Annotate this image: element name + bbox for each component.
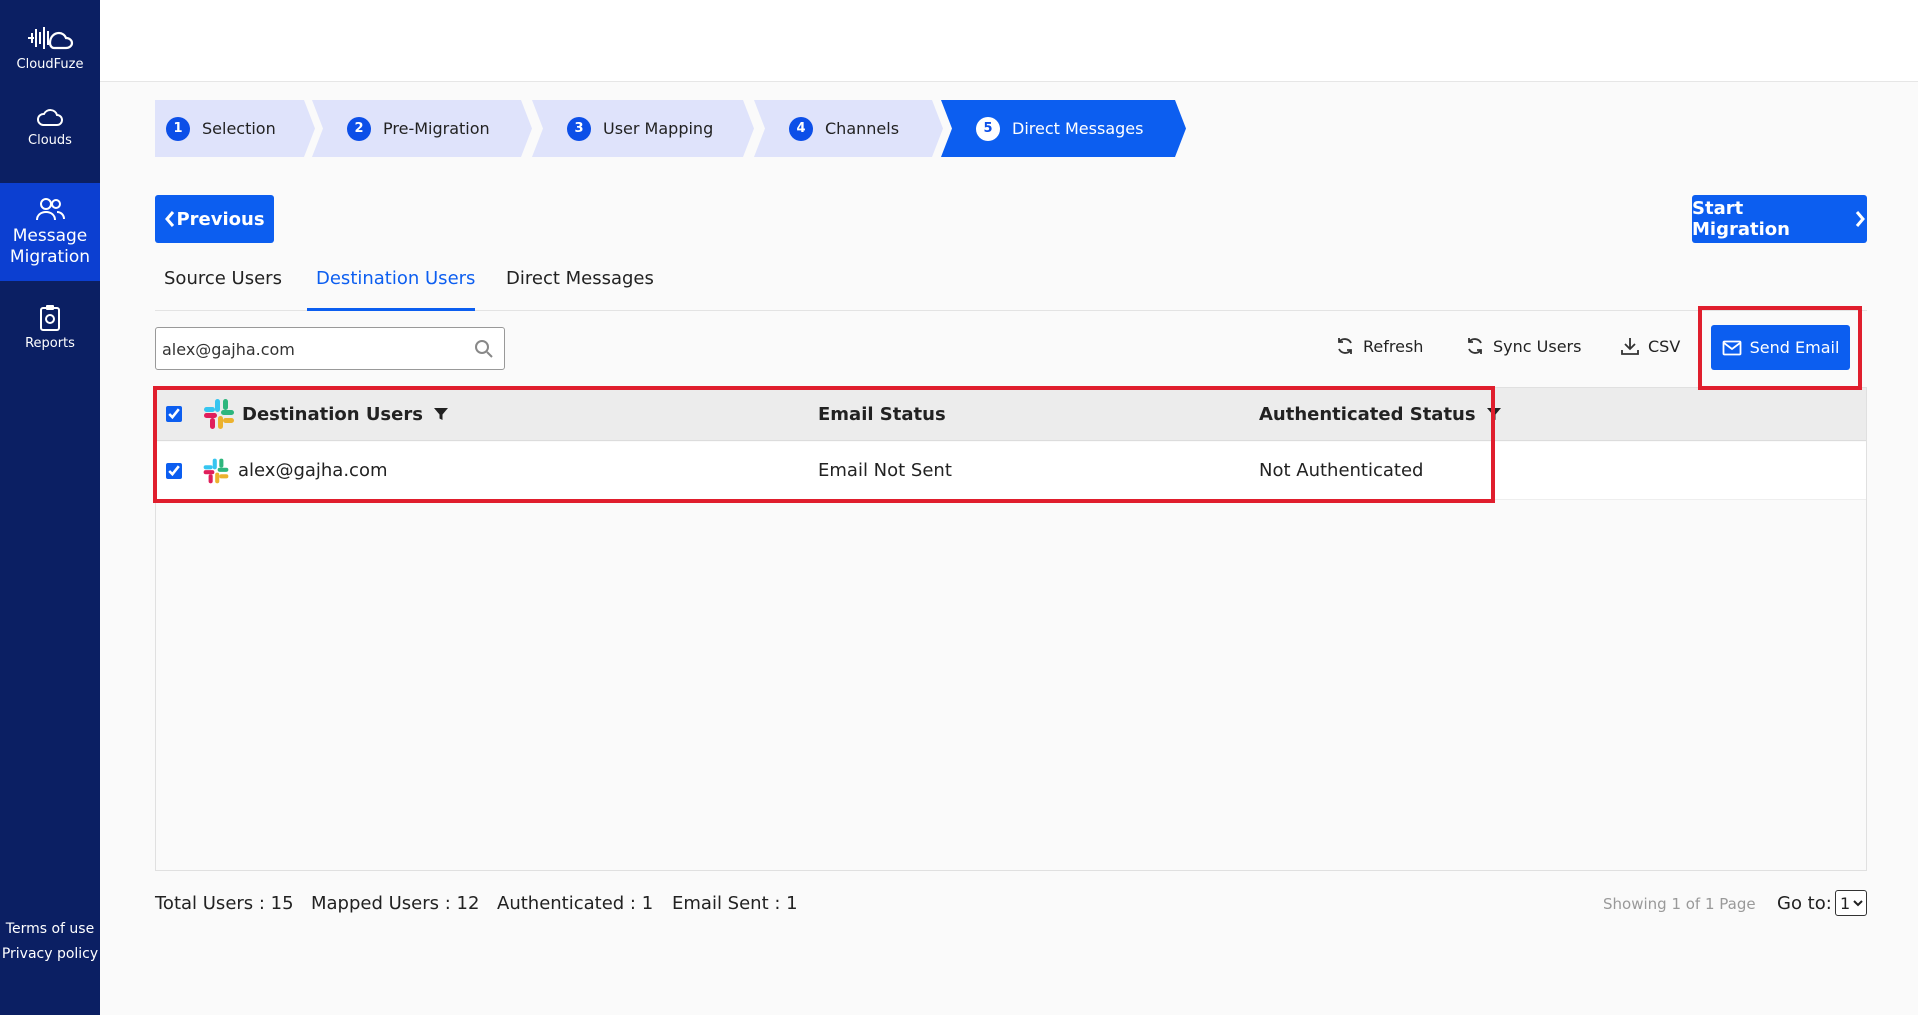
brand-logo[interactable]: CloudFuze <box>0 12 100 82</box>
pagination-info: Showing 1 of 1 Page <box>1603 895 1756 913</box>
cloudfuze-logo-icon <box>28 26 74 49</box>
authenticated-stat: Authenticated : 1 <box>497 893 654 914</box>
sync-icon <box>1468 338 1482 354</box>
send-email-label: Send Email <box>1749 338 1840 357</box>
terms-link[interactable]: Terms of use <box>0 921 100 937</box>
header-destination-users: Destination Users <box>202 388 449 440</box>
select-all-checkbox[interactable] <box>166 406 182 422</box>
header-authenticated-status: Authenticated Status <box>1259 388 1502 440</box>
mail-icon <box>1722 340 1742 355</box>
mapped-users-stat: Mapped Users : 12 <box>311 893 480 914</box>
sidebar-item-clouds[interactable]: Clouds <box>0 96 100 158</box>
table-row[interactable]: alex@gajha.com Email Not Sent Not Authen… <box>156 442 1866 500</box>
filter-icon[interactable] <box>1486 406 1502 422</box>
search-input[interactable] <box>162 336 462 362</box>
start-migration-button[interactable]: Start Migration <box>1692 195 1867 243</box>
step-selection[interactable]: 1 Selection <box>155 100 315 157</box>
tab-direct-messages[interactable]: Direct Messages <box>506 268 654 289</box>
send-email-button[interactable]: Send Email <box>1711 325 1850 370</box>
chevron-right-icon <box>1855 211 1865 227</box>
step-label: User Mapping <box>603 119 714 138</box>
tab-source-users[interactable]: Source Users <box>164 268 282 289</box>
row-auth-status-cell: Not Authenticated <box>1259 442 1423 499</box>
step-number: 3 <box>567 117 591 141</box>
csv-label: CSV <box>1648 336 1681 356</box>
refresh-button[interactable]: Refresh <box>1335 336 1423 356</box>
report-icon <box>40 304 60 331</box>
users-icon <box>36 198 65 221</box>
step-label: Channels <box>825 119 900 138</box>
header-label: Email Status <box>818 403 946 425</box>
privacy-link[interactable]: Privacy policy <box>0 946 100 962</box>
search-icon[interactable] <box>474 339 494 359</box>
search-box <box>155 327 505 370</box>
previous-button[interactable]: Previous <box>155 195 274 243</box>
step-direct-messages[interactable]: 5 Direct Messages <box>941 100 1186 157</box>
table-header: Destination Users Email Status Authentic… <box>156 388 1866 441</box>
sidebar-item-label: Message Migration <box>9 226 91 267</box>
row-user-email: alex@gajha.com <box>238 460 388 481</box>
sidebar-item-label: Clouds <box>28 132 72 148</box>
step-pre-migration[interactable]: 2 Pre-Migration <box>312 100 532 157</box>
slack-icon <box>204 399 234 429</box>
row-email-status-cell: Email Not Sent <box>818 442 952 499</box>
sync-users-button[interactable]: Sync Users <box>1465 336 1581 356</box>
row-user-cell: alex@gajha.com <box>202 442 388 499</box>
select-all-cell <box>166 388 182 440</box>
cloud-icon <box>37 108 63 126</box>
sync-users-label: Sync Users <box>1493 336 1582 356</box>
refresh-icon <box>1338 338 1352 354</box>
step-channels[interactable]: 4 Channels <box>754 100 943 157</box>
slack-icon <box>203 458 229 483</box>
total-users-stat: Total Users : 15 <box>155 893 294 914</box>
row-select-cell <box>166 442 182 499</box>
step-number: 2 <box>347 117 371 141</box>
filter-icon[interactable] <box>433 406 449 422</box>
chevron-down-icon <box>1853 900 1863 907</box>
step-number: 1 <box>166 117 190 141</box>
sidebar-item-message-migration[interactable]: Message Migration <box>0 183 100 281</box>
page-select[interactable]: 1 <box>1835 890 1867 916</box>
download-icon <box>1621 338 1639 355</box>
header-label: Authenticated Status <box>1259 403 1476 425</box>
header-email-status: Email Status <box>818 388 946 440</box>
active-tab-indicator <box>307 308 475 311</box>
tab-destination-users[interactable]: Destination Users <box>316 268 475 289</box>
start-migration-label: Start Migration <box>1692 198 1790 240</box>
page-select-value: 1 <box>1840 893 1851 913</box>
csv-button[interactable]: CSV <box>1620 336 1680 356</box>
step-label: Pre-Migration <box>383 119 490 138</box>
row-checkbox[interactable] <box>166 462 182 479</box>
step-user-mapping[interactable]: 3 User Mapping <box>532 100 754 157</box>
goto-label: Go to: <box>1777 893 1832 914</box>
top-bar <box>100 0 1918 82</box>
chevron-left-icon <box>165 211 175 227</box>
header-label: Destination Users <box>242 403 423 425</box>
step-label: Selection <box>202 119 276 138</box>
email-sent-stat: Email Sent : 1 <box>672 893 798 914</box>
previous-label: Previous <box>176 208 265 230</box>
sidebar-item-reports[interactable]: Reports <box>0 296 100 358</box>
row-email-status: Email Not Sent <box>818 460 952 481</box>
refresh-label: Refresh <box>1363 336 1424 356</box>
users-table: Destination Users Email Status Authentic… <box>155 387 1867 871</box>
brand-name: CloudFuze <box>16 56 84 72</box>
step-label: Direct Messages <box>1012 119 1144 138</box>
step-number: 5 <box>976 117 1000 141</box>
step-number: 4 <box>789 117 813 141</box>
sidebar: CloudFuze Clouds Message Migration Repor… <box>0 0 100 1015</box>
row-auth-status: Not Authenticated <box>1259 460 1424 481</box>
sidebar-item-label: Reports <box>25 335 75 351</box>
